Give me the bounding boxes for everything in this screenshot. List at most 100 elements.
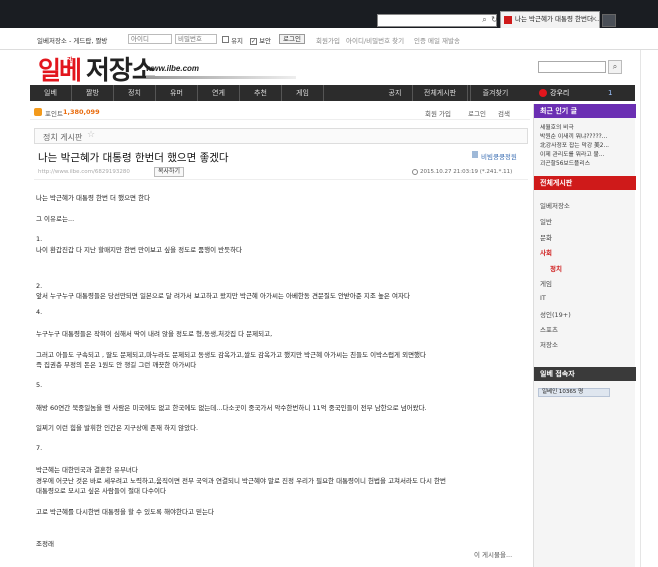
article-meta: http://www.ilbe.com/6829193280 복사하기 2015… <box>34 166 528 180</box>
paragraph: 조정래 <box>36 540 54 548</box>
sidebar-board-item[interactable]: 일베저장소 <box>540 200 570 210</box>
close-icon[interactable]: × <box>591 12 597 27</box>
notification-count[interactable]: 1 <box>608 85 612 101</box>
nav-item-celebrity[interactable]: 연게 <box>198 85 240 101</box>
recent-item[interactable]: 박원순 이새끼 뭐냐?????... <box>540 131 632 140</box>
user-name[interactable]: 강우리 <box>550 85 569 101</box>
paragraph: 경우에 어긋난 것은 바로 세우려고 노력하고,움직이면 전부 국익과 연결되니… <box>36 477 447 485</box>
paragraph: 2. <box>36 282 43 290</box>
more-posts-link[interactable]: 이 게시물을... <box>474 549 512 559</box>
sidebar-board-item[interactable]: 스포츠 <box>540 324 558 334</box>
keep-login-checkbox[interactable] <box>222 36 229 43</box>
secure-login[interactable]: ✓ 보안 <box>250 35 271 45</box>
nav-item-all-boards[interactable]: 전체게시판 <box>412 85 468 101</box>
point-icon <box>34 108 42 116</box>
site-search-input[interactable] <box>538 61 606 73</box>
util-login[interactable]: 로그인 <box>468 108 486 118</box>
star-icon[interactable]: ☆ <box>87 130 95 140</box>
points-label: 포인트 <box>45 110 63 118</box>
favicon-icon <box>504 16 512 24</box>
right-sidebar: 최근 인기 글 세월호의 비극 박원순 이새끼 뭐냐?????... 北강사정포… <box>533 104 636 567</box>
copy-link-button[interactable]: 복사하기 <box>154 167 185 177</box>
sidebar-board-item[interactable]: 문화 <box>540 232 552 242</box>
nav-item-notice[interactable]: 공지 <box>380 85 410 101</box>
board-tab[interactable]: 정치 게시판 ☆ <box>34 128 528 144</box>
paragraph: 4. <box>36 308 43 316</box>
logo-area: 일베 간 저장소 www.ilbe.com ⌕ <box>0 50 658 86</box>
find-account-link[interactable]: 아이디/비밀번호 찾기 <box>346 35 404 45</box>
board-head: 전체게시판 <box>534 176 636 190</box>
nav-item-politics[interactable]: 정치 <box>114 85 156 101</box>
author-level-icon <box>472 151 478 158</box>
browser-tab[interactable]: 나는 박근혜가 대통령 한번더 ... × <box>500 11 600 28</box>
post-datetime: 2015.10.27 21:03:19 (*.241.*.11) <box>420 169 513 175</box>
sidebar-board-item[interactable]: 일반 <box>540 216 552 226</box>
sidebar-board-item[interactable]: 저장소 <box>540 339 558 349</box>
sidebar-board-item[interactable]: 성인(19+) <box>540 309 571 319</box>
paragraph: 7. <box>36 444 43 452</box>
site-topbar: 일베저장소 - 게드랍, 짤방 유지 ✓ 보안 로그인 회원가입 아이디/비밀번… <box>0 28 658 50</box>
tab-title: 나는 박근혜가 대통령 한번더 ... <box>515 15 600 23</box>
search-icon[interactable]: ⌕ <box>608 60 622 74</box>
article-title: 나는 박근혜가 대통령 한번더 했으면 좋겠다 <box>38 152 229 164</box>
users-head: 일베 접속자 <box>534 367 636 381</box>
online-users-count: 일베인 10365 명 <box>538 388 610 397</box>
site-name[interactable]: 일베저장소 - 게드랍, 짤방 <box>37 35 107 45</box>
secure-checkbox[interactable]: ✓ <box>250 38 257 45</box>
nav-item-humor[interactable]: 유머 <box>156 85 198 101</box>
nav-item-favorites[interactable]: 즐겨찾기 <box>470 85 520 101</box>
nav-item-game[interactable]: 게임 <box>282 85 324 101</box>
paragraph: 고로 박근혜를 다시한번 대통령을 할 수 있도록 해야한다고 믿는다 <box>36 508 214 516</box>
board-name[interactable]: 정치 게시판 <box>43 132 82 143</box>
paragraph: 대통령으로 모시고 싶은 사람들이 절대 다수이다 <box>36 487 166 495</box>
logo-url: www.ilbe.com <box>146 64 200 73</box>
keep-login[interactable]: 유지 <box>222 35 243 45</box>
recent-item[interactable]: 세월호의 비극 <box>540 122 632 131</box>
resend-mail-link[interactable]: 인증 메일 재발송 <box>414 35 460 45</box>
logo-dark-text: 저장소 <box>86 56 156 86</box>
author-name[interactable]: 비빔쿵쿵정원 <box>481 151 517 161</box>
sidebar-board-item[interactable]: IT <box>540 294 546 302</box>
paragraph: 박근혜는 대한민국과 결혼한 유부녀다 <box>36 466 138 474</box>
search-icon[interactable]: ⌕ <box>480 15 489 25</box>
points-row: 포인트 1,380,099 회원 가입 로그인 검색 <box>30 104 530 120</box>
sidebar-board-item[interactable]: 게임 <box>540 278 552 288</box>
paragraph: 앞서 누구누구 대통령들은 당선만되면 일본으로 달 려가서 보고하고 왔지만 … <box>36 292 410 300</box>
paragraph: 누구누구 대통령들은 작혀이 심해서 딱이 내려 앉을 정도로 형,동생,처갓집… <box>36 330 273 338</box>
signup-link[interactable]: 회원가입 <box>316 35 340 45</box>
password-input[interactable] <box>175 34 217 44</box>
util-search[interactable]: 검색 <box>498 108 510 118</box>
sidebar-sub-board[interactable]: 정치 <box>550 263 562 273</box>
user-badge-icon <box>539 89 547 97</box>
nav-item-recommend[interactable]: 추천 <box>240 85 282 101</box>
nav-item-ilbe[interactable]: 일베 <box>30 85 72 101</box>
user-bar: 강우리 1 <box>530 85 635 101</box>
nav-item-jjalbang[interactable]: 짤방 <box>72 85 114 101</box>
points-value: 1,380,099 <box>63 108 100 116</box>
page-scroll-strip[interactable] <box>640 50 658 567</box>
recent-item[interactable]: 이제 관리도를 뭐라고 불... <box>540 149 632 158</box>
paragraph: 나는 박근혜가 대통령 한번 더 했으면 한다 <box>36 194 151 202</box>
logo-small-text: 간 <box>67 57 73 64</box>
address-bar[interactable] <box>377 14 497 27</box>
logo-swoosh <box>146 76 296 79</box>
paragraph: 나이 환갑진갑 다 지난 할매지만 한번 만이보고 싶을 정도로 품행이 반듯하… <box>36 246 243 254</box>
recent-item[interactable]: 괴곤할56보드플리스 <box>540 158 632 167</box>
paragraph: 1. <box>36 235 43 243</box>
paragraph: 5. <box>36 381 43 389</box>
new-tab-button[interactable] <box>602 14 616 27</box>
paragraph: 그러고 아들도 구속되고 , 딸도 문제되고,마누라도 문제되고 동생도 감옥가… <box>36 351 427 359</box>
util-signup[interactable]: 회원 가입 <box>425 108 451 118</box>
refresh-icon[interactable]: ↻ <box>490 15 499 25</box>
login-button[interactable]: 로그인 <box>279 34 305 44</box>
main-nav: 일베 짤방 정치 유머 연게 추천 게임 공지 전체게시판 즐겨찾기 <box>30 85 530 101</box>
browser-chrome: ⌕ ↻ 나는 박근혜가 대통령 한번더 ... × <box>0 0 658 28</box>
paragraph: 일찌기 이런 힘을 발휘한 인간은 지구상에 존재 하지 않았다. <box>36 424 199 432</box>
permalink[interactable]: http://www.ilbe.com/6829193280 <box>38 169 130 175</box>
id-input[interactable] <box>128 34 172 44</box>
logo-red-text: 일베 <box>38 56 82 85</box>
browser-window: ⌕ ↻ 나는 박근혜가 대통령 한번더 ... × 일베저장소 - 게드랍, 짤… <box>0 0 658 567</box>
sidebar-board-item-active[interactable]: 사회 <box>540 247 552 257</box>
recent-item[interactable]: 北강사정포 잡는 막강 美2... <box>540 140 632 149</box>
recent-head: 최근 인기 글 <box>534 104 636 118</box>
